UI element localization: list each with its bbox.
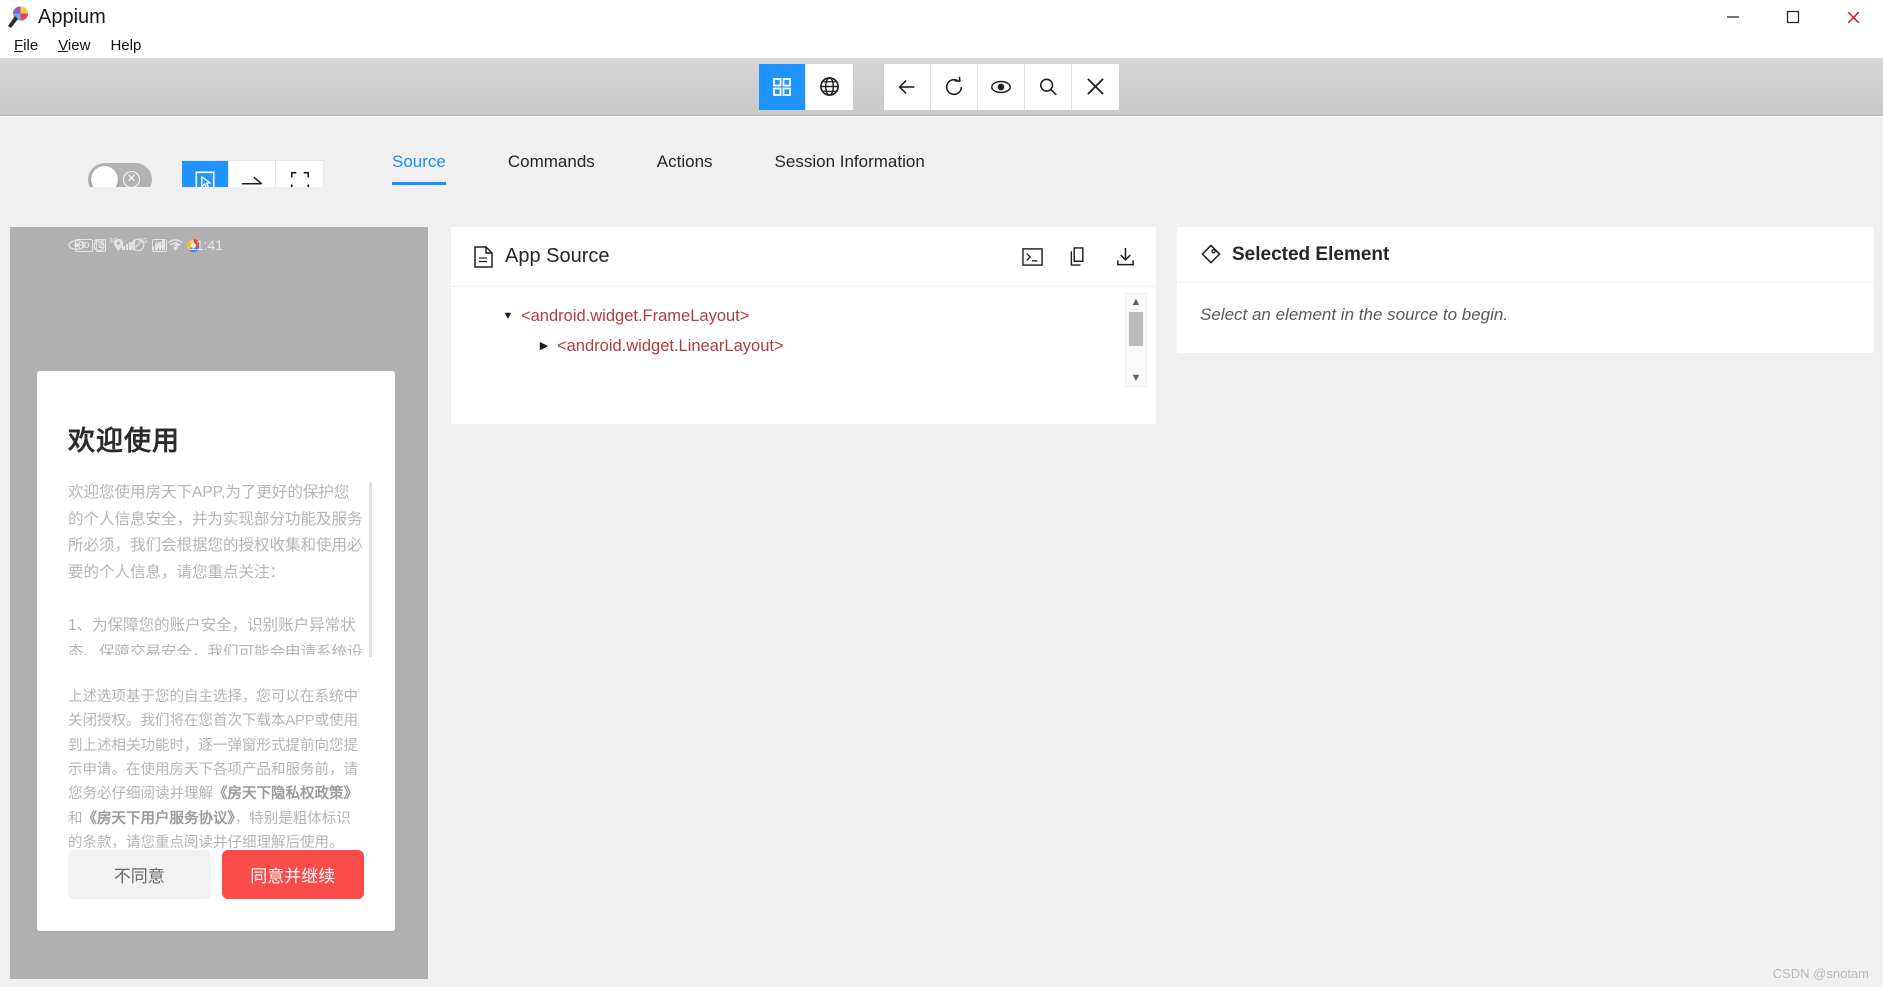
menu-view-label: iew [67, 37, 91, 54]
menu-file-mnemonic: F [14, 37, 24, 54]
toolbar-session-group [884, 63, 1119, 110]
dialog-title: 欢迎使用 [68, 426, 180, 456]
source-tree: ▼ <android.widget.FrameLayout> ▶ <androi… [451, 287, 1156, 387]
back-arrow-icon [898, 79, 915, 94]
tab-commands[interactable]: Commands [508, 152, 595, 185]
toolbar-view-group [759, 63, 853, 110]
file-document-icon [474, 245, 493, 268]
menu-bar: File View Help [0, 34, 1883, 58]
quit-session-button[interactable] [1072, 63, 1119, 110]
charging-bolt-icon [174, 239, 180, 251]
back-button[interactable] [884, 63, 931, 110]
watermark: CSDN @snotam [1772, 966, 1869, 981]
download-icon[interactable] [1115, 246, 1136, 267]
inspect-eye-button[interactable] [978, 63, 1025, 110]
dialog-buttons: 不同意 同意并继续 [68, 850, 364, 899]
disagree-button[interactable]: 不同意 [68, 850, 211, 899]
main-content: HD 2 3G 4G 97 11:41 欢迎使用 欢迎您使用房天下APP,为了更… [0, 187, 1883, 987]
terminal-icon[interactable] [1022, 247, 1043, 267]
menu-help[interactable]: Help [100, 34, 151, 58]
dialog-paragraph-3: 上述选项基于您的自主选择，您可以在系统中关闭授权。我们将在您首次下载本APP或使… [68, 685, 364, 856]
alarm-icon [92, 238, 106, 252]
status-bar-right-icons: 97 11:41 [68, 237, 223, 253]
dialog-scrollbar[interactable] [369, 482, 372, 657]
tree-node-framelayout[interactable]: ▼ <android.widget.FrameLayout> [451, 301, 1156, 331]
privacy-dialog[interactable]: 欢迎使用 欢迎您使用房天下APP,为了更好的保护您的个人信息安全，并为实现部分功… [37, 371, 395, 931]
refresh-button[interactable] [931, 63, 978, 110]
grid-icon [773, 77, 791, 96]
user-agreement-link[interactable]: 《房天下用户服务协议》 [83, 811, 235, 827]
device-screenshot-panel[interactable]: HD 2 3G 4G 97 11:41 欢迎使用 欢迎您使用房天下APP,为了更… [10, 227, 428, 979]
toggle-off-x-icon: ✕ [123, 171, 140, 188]
menu-view-mnemonic: V [58, 37, 68, 54]
source-tree-scrollbar[interactable]: ▲ ▼ [1125, 293, 1147, 387]
app-source-card: App Source ▼ <android.widget.FrameLayout… [451, 227, 1156, 424]
minimize-button[interactable] [1703, 0, 1763, 34]
tree-node-label: <android.widget.LinearLayout> [557, 337, 784, 355]
search-icon [1039, 78, 1057, 95]
chevron-down-icon[interactable]: ▼ [495, 301, 521, 331]
dialog-paragraph-1: 欢迎您使用房天下APP,为了更好的保护您的个人信息安全，并为实现部分功能及服务所… [68, 480, 364, 655]
menu-view[interactable]: View [48, 34, 100, 58]
search-button[interactable] [1025, 63, 1072, 110]
copy-icon[interactable] [1069, 246, 1089, 267]
app-source-actions [1022, 246, 1136, 267]
chevron-right-icon[interactable]: ▶ [531, 331, 557, 361]
battery-icon: 97 [152, 238, 167, 252]
selected-element-empty-message: Select an element in the source to begin… [1200, 305, 1509, 324]
tab-actions[interactable]: Actions [657, 152, 713, 185]
privacy-policy-link[interactable]: 《房天下隐私权政策》 [213, 786, 358, 802]
window-title: Appium [38, 5, 106, 28]
dialog-paragraph-2-text: 1、为保障您的账户安全，识别账户异常状态、保障交易安全，我们可能会申请系统设备权… [68, 617, 363, 655]
location-icon [113, 238, 124, 252]
tab-source[interactable]: Source [392, 152, 446, 185]
close-button[interactable] [1823, 0, 1883, 34]
app-window: Appium File View Help ✕ Source Commands … [0, 0, 1883, 987]
app-source-title: App Source [505, 245, 610, 267]
dialog-scroll-area[interactable]: 欢迎您使用房天下APP,为了更好的保护您的个人信息安全，并为实现部分功能及服务所… [68, 480, 372, 856]
device-status-bar: HD 2 3G 4G 97 11:41 [10, 227, 428, 263]
tree-node-label: <android.widget.FrameLayout> [521, 307, 750, 325]
menu-file-label: ile [23, 37, 39, 54]
globe-icon [820, 77, 839, 96]
main-toolbar [0, 58, 1883, 116]
app-source-header: App Source [451, 227, 1156, 287]
tag-icon [1200, 244, 1221, 265]
appium-logo-icon [6, 4, 32, 30]
speed-icon [131, 238, 145, 252]
selected-element-header: Selected Element [1177, 227, 1874, 283]
dialog-paragraph-1-text: 欢迎您使用房天下APP,为了更好的保护您的个人信息安全，并为实现部分功能及服务所… [68, 484, 363, 581]
status-bar-clock: 11:41 [189, 237, 223, 253]
web-view-button[interactable] [806, 63, 853, 110]
scroll-up-arrow-icon[interactable]: ▲ [1131, 294, 1142, 310]
eye-icon [991, 80, 1011, 93]
agree-continue-button[interactable]: 同意并继续 [221, 850, 364, 899]
grid-view-button[interactable] [759, 63, 806, 110]
close-x-icon [1087, 78, 1104, 95]
refresh-icon [945, 76, 963, 95]
dialog-link-conjunction: 和 [68, 810, 83, 827]
main-tabs: Source Commands Actions Session Informat… [392, 152, 987, 185]
maximize-button[interactable] [1763, 0, 1823, 34]
selected-element-title: Selected Element [1232, 243, 1390, 265]
tab-session-information[interactable]: Session Information [775, 152, 925, 185]
menu-help-label: Help [110, 37, 142, 54]
selected-element-card: Selected Element Select an element in th… [1177, 227, 1874, 353]
menu-file[interactable]: File [4, 34, 48, 58]
tree-node-linearlayout[interactable]: ▶ <android.widget.LinearLayout> [451, 331, 1156, 361]
title-bar: Appium [0, 0, 1883, 34]
eye-icon [68, 239, 85, 251]
scrollbar-thumb[interactable] [1129, 312, 1143, 346]
scroll-down-arrow-icon[interactable]: ▼ [1131, 370, 1142, 386]
window-controls [1703, 0, 1883, 34]
